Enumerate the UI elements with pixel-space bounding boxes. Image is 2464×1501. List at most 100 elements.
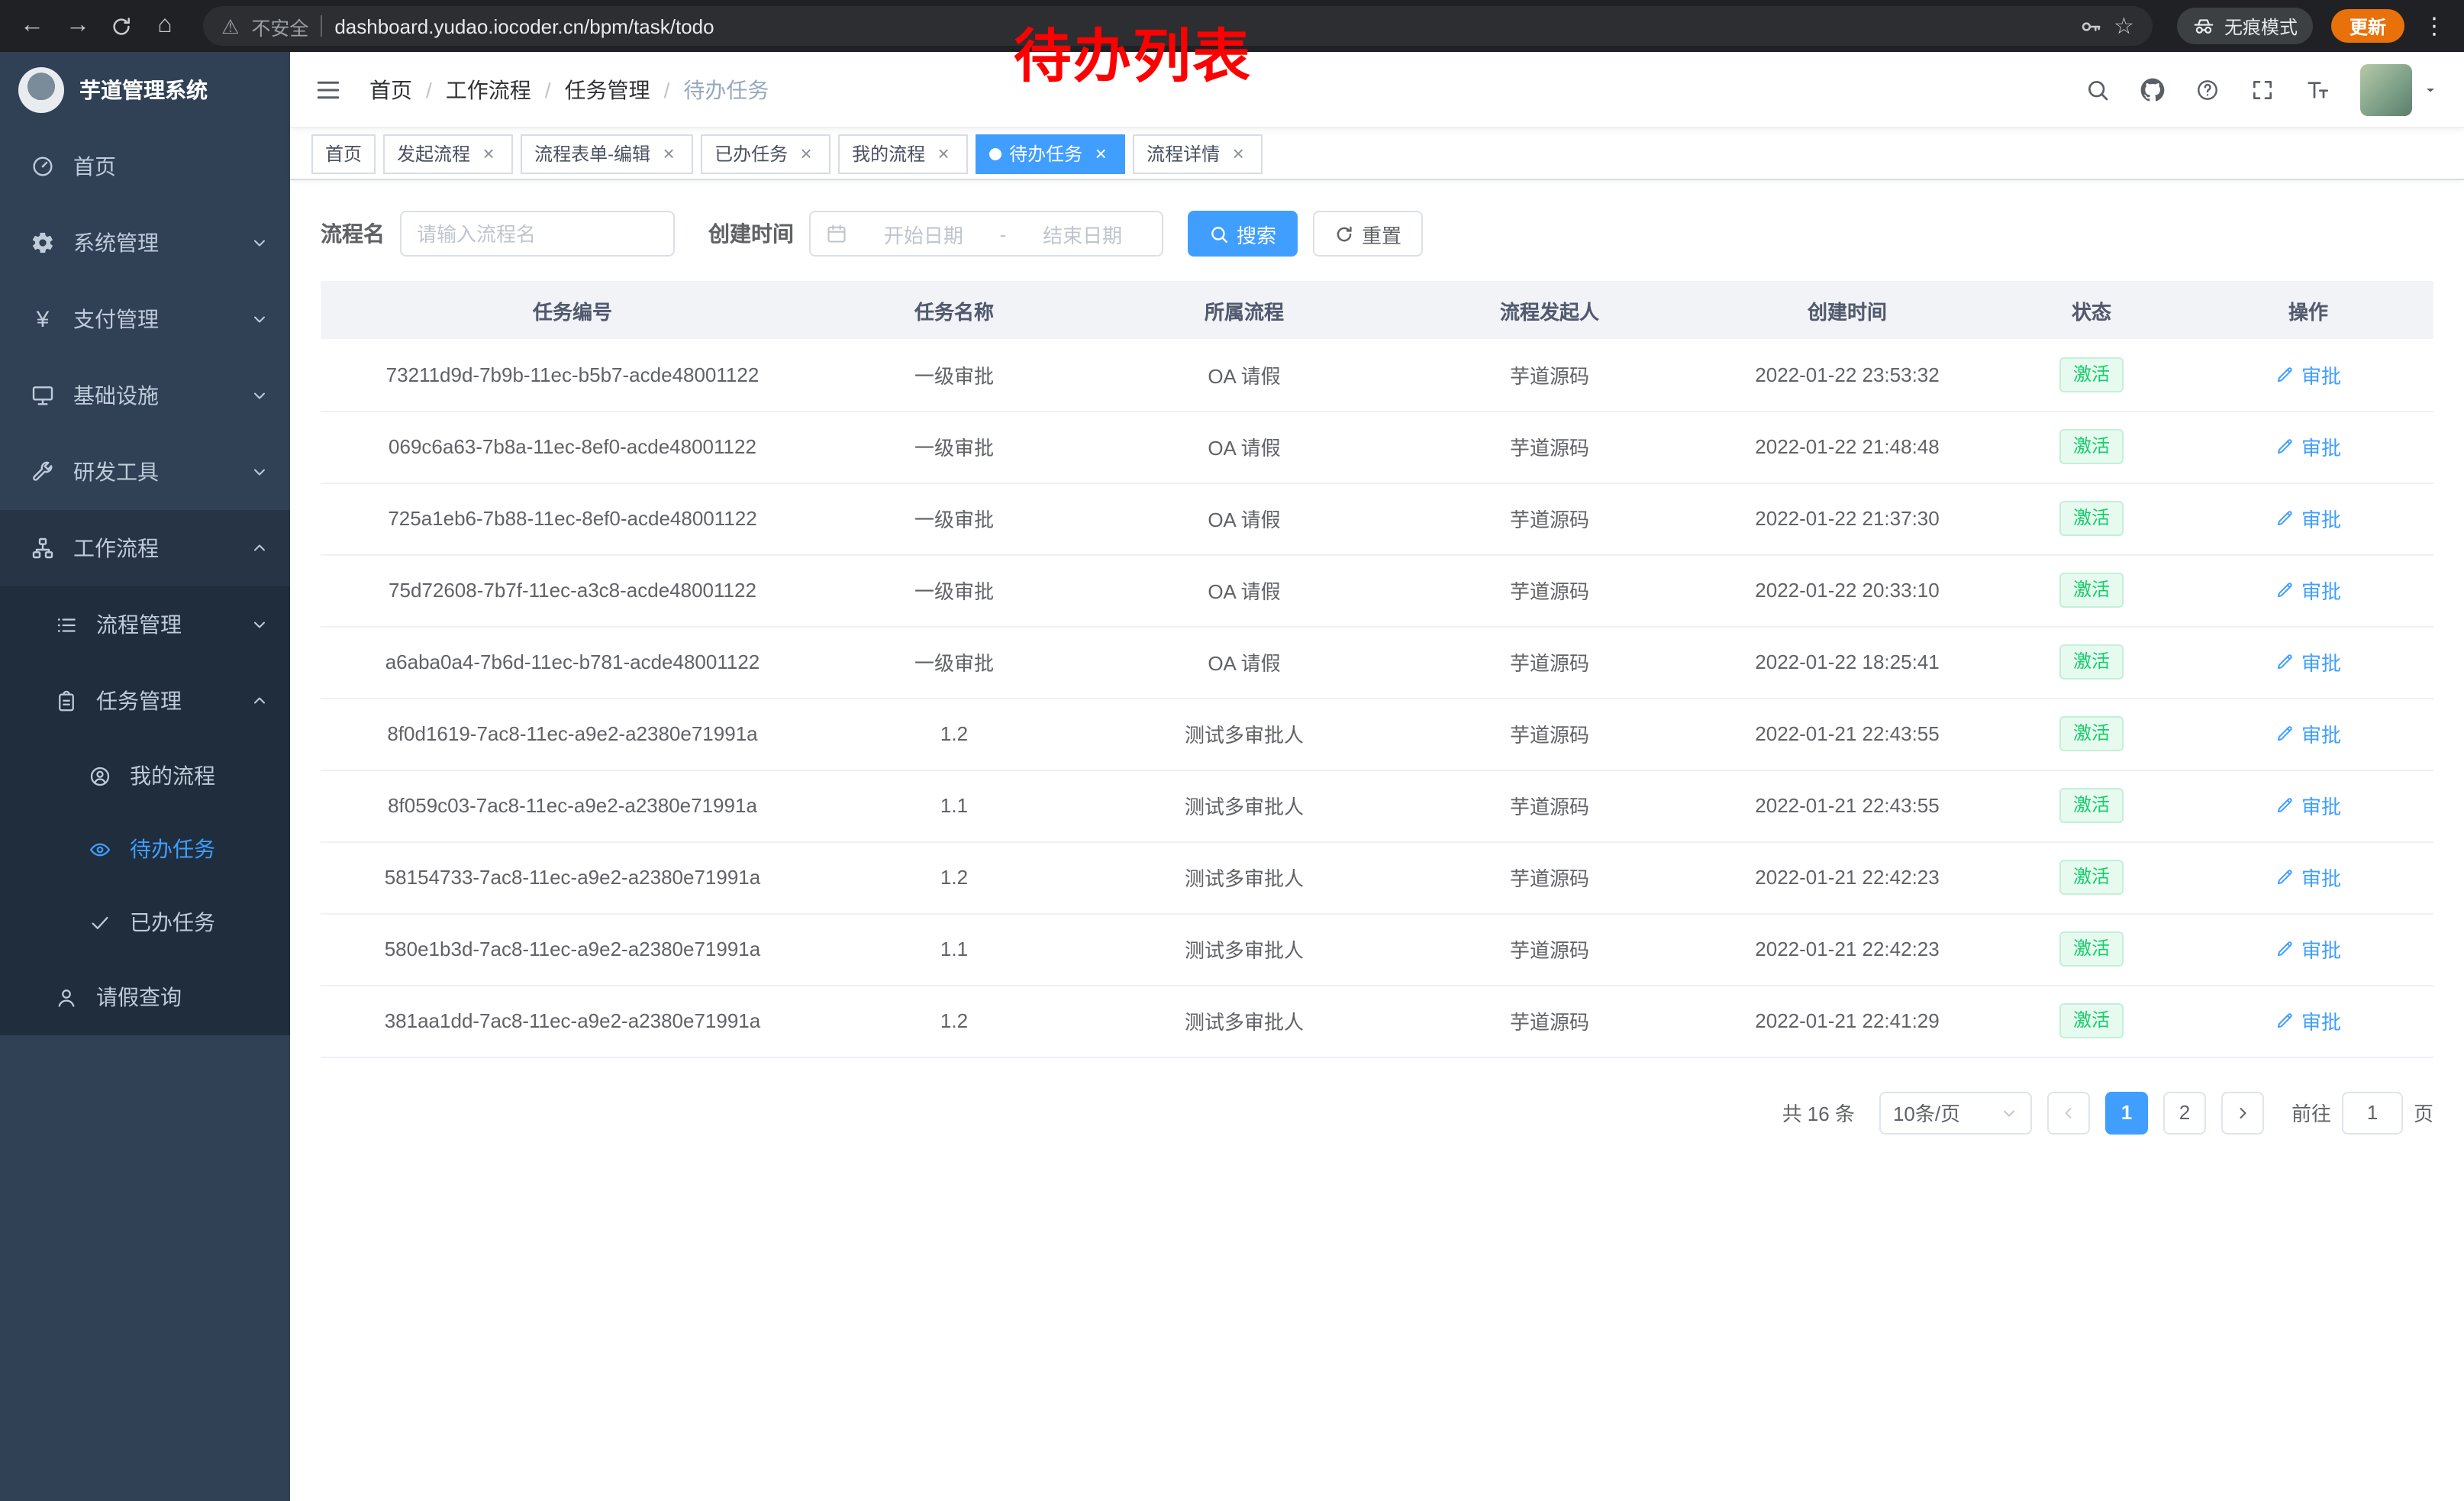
- address-bar[interactable]: ⚠ 不安全 dashboard.yudao.iocoder.cn/bpm/tas…: [203, 6, 2153, 46]
- page-size-select[interactable]: 10条/页: [1879, 1091, 2032, 1134]
- todo-task-table: 任务编号 任务名称 所属流程 流程发起人 创建时间 状态 操作 73211d9d…: [321, 281, 2433, 1057]
- approve-link[interactable]: 审批: [2275, 360, 2341, 389]
- fullscreen-icon[interactable]: [2250, 77, 2275, 102]
- logo-avatar: [18, 67, 64, 113]
- key-icon[interactable]: [2079, 15, 2101, 37]
- page-button-2[interactable]: 2: [2163, 1091, 2206, 1134]
- status-badge: 激活: [2059, 429, 2124, 464]
- github-icon[interactable]: [2140, 77, 2165, 102]
- search-icon: [1209, 224, 1229, 244]
- cell-starter: 芋道源码: [1405, 483, 1695, 554]
- tab-start-process[interactable]: 发起流程 ×: [383, 134, 513, 173]
- sidebar-item-todo-task[interactable]: 待办任务: [0, 812, 290, 886]
- next-page-button[interactable]: [2221, 1091, 2264, 1134]
- collapse-sidebar-icon[interactable]: [314, 76, 342, 103]
- tab-my-process[interactable]: 我的流程 ×: [838, 134, 968, 173]
- sidebar-item-dev-tools[interactable]: 研发工具: [0, 434, 290, 510]
- calendar-icon: [826, 223, 847, 244]
- cell-task-id: 75d72608-7b7f-11ec-a3c8-acde48001122: [321, 554, 824, 626]
- home-icon[interactable]: ⌂: [151, 14, 179, 38]
- sidebar-item-infrastructure[interactable]: 基础设施: [0, 357, 290, 434]
- approve-link[interactable]: 审批: [2275, 1006, 2341, 1035]
- breadcrumb-task-mgmt[interactable]: 任务管理: [565, 74, 650, 105]
- cell-task-name: 一级审批: [824, 339, 1084, 411]
- close-tab-icon[interactable]: ×: [1227, 143, 1249, 164]
- reload-icon[interactable]: [110, 15, 133, 37]
- cell-action: 审批: [2183, 626, 2433, 698]
- main-area: 首页 / 工作流程 / 任务管理 / 待办任务: [290, 52, 2464, 1501]
- tab-done-task[interactable]: 已办任务 ×: [701, 134, 830, 173]
- pagination-total: 共 16 条: [1782, 1098, 1855, 1127]
- screen: 待办列表 ← → ⌂ ⚠ 不安全 dashboard.yudao.iocoder…: [0, 0, 2464, 1501]
- process-name-input[interactable]: [400, 211, 675, 257]
- help-icon[interactable]: [2195, 77, 2220, 102]
- close-tab-icon[interactable]: ×: [658, 143, 679, 164]
- tab-todo-task[interactable]: 待办任务 ×: [976, 134, 1125, 173]
- font-size-icon[interactable]: [2305, 77, 2330, 102]
- cell-created: 2022-01-22 18:25:41: [1695, 626, 2000, 698]
- search-icon[interactable]: [2085, 77, 2110, 102]
- cell-process: 测试多审批人: [1084, 913, 1405, 985]
- table-row: 75d72608-7b7f-11ec-a3c8-acde48001122 一级审…: [321, 554, 2433, 626]
- user-avatar[interactable]: [2360, 63, 2440, 115]
- tab-form-edit[interactable]: 流程表单-编辑 ×: [521, 134, 693, 173]
- approve-link[interactable]: 审批: [2275, 791, 2341, 820]
- sidebar-item-system-mgmt[interactable]: 系统管理: [0, 205, 290, 281]
- browser-menu-dots-icon[interactable]: ⋮: [2423, 12, 2446, 40]
- reset-button[interactable]: 重置: [1313, 211, 1423, 257]
- sidebar-item-process-mgmt[interactable]: 流程管理: [0, 586, 290, 663]
- prev-page-button[interactable]: [2047, 1091, 2090, 1134]
- back-icon[interactable]: ←: [18, 14, 46, 38]
- breadcrumb-home[interactable]: 首页: [369, 74, 412, 105]
- approve-link[interactable]: 审批: [2275, 719, 2341, 748]
- caret-down-icon: [2421, 80, 2440, 98]
- close-tab-icon[interactable]: ×: [1090, 143, 1111, 164]
- goto-page-input[interactable]: [2342, 1091, 2403, 1134]
- sidebar-item-payment-mgmt[interactable]: ¥ 支付管理: [0, 281, 290, 357]
- date-range-picker[interactable]: 开始日期 - 结束日期: [809, 211, 1163, 257]
- cell-task-name: 一级审批: [824, 411, 1084, 483]
- cell-status: 激活: [2000, 913, 2183, 985]
- cell-starter: 芋道源码: [1405, 841, 1695, 913]
- sidebar-item-leave-query[interactable]: 请假查询: [0, 959, 290, 1035]
- col-task-id: 任务编号: [321, 281, 824, 339]
- chevron-down-icon: [250, 386, 269, 405]
- search-button[interactable]: 搜索: [1188, 211, 1298, 257]
- pagination: 共 16 条 10条/页 1 2 前往 页: [321, 1091, 2433, 1170]
- sidebar-item-workflow[interactable]: 工作流程: [0, 510, 290, 586]
- update-button[interactable]: 更新: [2331, 9, 2404, 43]
- sidebar-item-home[interactable]: 首页: [0, 128, 290, 205]
- close-tab-icon[interactable]: ×: [933, 143, 954, 164]
- status-badge: 激活: [2059, 860, 2124, 895]
- approve-link[interactable]: 审批: [2275, 863, 2341, 892]
- breadcrumb-workflow[interactable]: 工作流程: [446, 74, 531, 105]
- page-content: 流程名 创建时间 开始日期 - 结束日期 搜索 重: [290, 180, 2464, 1170]
- status-badge: 激活: [2059, 788, 2124, 823]
- cell-process: 测试多审批人: [1084, 985, 1405, 1057]
- app-logo[interactable]: 芋道管理系统: [0, 52, 290, 128]
- status-badge: 激活: [2059, 644, 2124, 679]
- forward-icon[interactable]: →: [64, 14, 92, 38]
- page-unit-label: 页: [2414, 1098, 2433, 1127]
- tab-process-detail[interactable]: 流程详情 ×: [1133, 134, 1263, 173]
- approve-link[interactable]: 审批: [2275, 576, 2341, 605]
- approve-link[interactable]: 审批: [2275, 647, 2341, 676]
- close-tab-icon[interactable]: ×: [795, 143, 817, 164]
- tab-home[interactable]: 首页: [311, 134, 376, 173]
- edit-icon: [2275, 437, 2295, 457]
- cell-process: OA 请假: [1084, 411, 1405, 483]
- sidebar-item-done-task[interactable]: 已办任务: [0, 886, 290, 959]
- page-button-1[interactable]: 1: [2105, 1091, 2148, 1134]
- approve-link[interactable]: 审批: [2275, 934, 2341, 964]
- star-icon[interactable]: ☆: [2114, 15, 2134, 37]
- sidebar-item-my-process[interactable]: 我的流程: [0, 739, 290, 812]
- table-header-row: 任务编号 任务名称 所属流程 流程发起人 创建时间 状态 操作: [321, 281, 2433, 339]
- edit-icon: [2275, 580, 2295, 600]
- approve-link[interactable]: 审批: [2275, 504, 2341, 533]
- sidebar-item-task-mgmt[interactable]: 任务管理: [0, 663, 290, 739]
- approve-link[interactable]: 审批: [2275, 432, 2341, 461]
- tags-view: 首页 发起流程 × 流程表单-编辑 × 已办任务 × 我的流程 ×: [290, 128, 2464, 180]
- close-tab-icon[interactable]: ×: [478, 143, 499, 164]
- sidebar-menu: 首页 系统管理 ¥ 支付管理 基础设施: [0, 128, 290, 1035]
- table-row: 069c6a63-7b8a-11ec-8ef0-acde48001122 一级审…: [321, 411, 2433, 483]
